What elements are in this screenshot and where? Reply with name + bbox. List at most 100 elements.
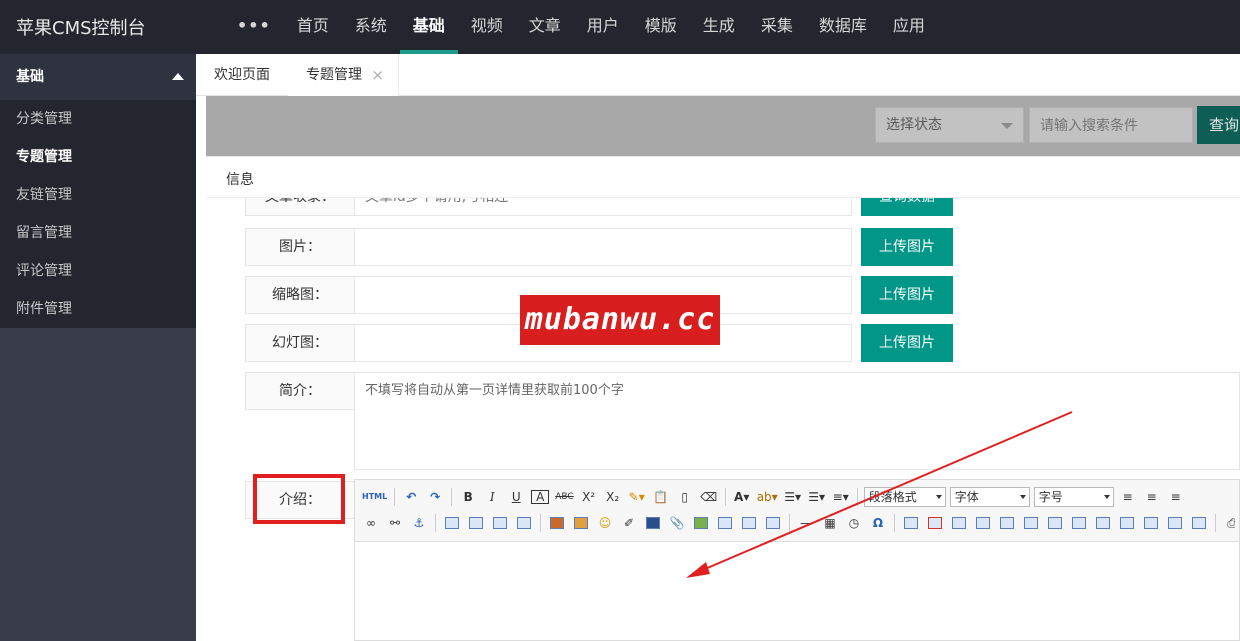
attachment-icon[interactable]: 📎 bbox=[668, 514, 686, 532]
merge-down-icon[interactable] bbox=[1120, 517, 1134, 529]
italic-icon[interactable]: I bbox=[483, 488, 501, 506]
align-left-icon[interactable]: ≡ bbox=[1119, 488, 1137, 506]
sidebar-item-guestbook[interactable]: 留言管理 bbox=[0, 214, 196, 252]
video-icon[interactable] bbox=[646, 517, 660, 529]
horizontal-rule-icon[interactable]: — bbox=[797, 514, 815, 532]
slide-label: 幻灯图： bbox=[245, 324, 355, 362]
upload-thumb-button[interactable]: 上传图片 bbox=[861, 276, 953, 314]
anchor-icon[interactable]: ⚓ bbox=[410, 514, 428, 532]
toolbar-separator bbox=[451, 488, 453, 506]
tab-bar: 欢迎页面 专题管理 × bbox=[196, 54, 1240, 96]
tab-welcome[interactable]: 欢迎页面 bbox=[196, 54, 289, 96]
bold-icon[interactable]: B bbox=[459, 488, 477, 506]
align-center-icon[interactable]: ≡ bbox=[1143, 488, 1161, 506]
nav-item-database[interactable]: 数据库 bbox=[806, 0, 880, 54]
html-source-icon[interactable]: HTML bbox=[362, 488, 387, 506]
multi-image-icon[interactable] bbox=[574, 517, 588, 529]
image-center-icon[interactable] bbox=[517, 517, 531, 529]
delete-row-icon[interactable] bbox=[1000, 517, 1014, 529]
nav-item-generate[interactable]: 生成 bbox=[690, 0, 748, 54]
special-char-icon[interactable]: Ω bbox=[869, 514, 887, 532]
sidebar-item-links[interactable]: 友链管理 bbox=[0, 176, 196, 214]
upload-image-button[interactable]: 上传图片 bbox=[861, 228, 953, 266]
emoji-icon[interactable]: ☺ bbox=[596, 514, 614, 532]
align-right-icon[interactable]: ≡ bbox=[1167, 488, 1185, 506]
tab-topic-manage[interactable]: 专题管理 × bbox=[288, 54, 399, 96]
subscript-icon[interactable]: X₂ bbox=[604, 488, 622, 506]
sidebar-group-header[interactable]: 基础 bbox=[0, 54, 196, 100]
superscript-icon[interactable]: X² bbox=[580, 488, 598, 506]
toolbar-separator bbox=[724, 488, 726, 506]
unordered-list-icon[interactable]: ☰▾ bbox=[808, 488, 826, 506]
merge-right-icon[interactable] bbox=[1096, 517, 1110, 529]
editor-body[interactable] bbox=[355, 542, 1239, 640]
redo-icon[interactable]: ↷ bbox=[426, 488, 444, 506]
unlink-icon[interactable]: ⚯ bbox=[386, 514, 404, 532]
insert-row-icon[interactable] bbox=[976, 517, 990, 529]
date-icon[interactable]: ▦ bbox=[821, 514, 839, 532]
search-input[interactable] bbox=[1029, 107, 1193, 143]
clear-doc-icon[interactable]: ▯ bbox=[676, 488, 694, 506]
status-select[interactable]: 选择状态 bbox=[875, 107, 1024, 143]
insert-col-icon[interactable] bbox=[1024, 517, 1038, 529]
scrawl-icon[interactable]: ✐ bbox=[620, 514, 638, 532]
summary-textarea[interactable]: 不填写将自动从第一页详情里获取前100个字 bbox=[354, 372, 1240, 470]
nav-item-video[interactable]: 视频 bbox=[458, 0, 516, 54]
time-icon[interactable]: ◷ bbox=[845, 514, 863, 532]
merge-cells-icon[interactable] bbox=[1072, 517, 1086, 529]
close-icon[interactable]: × bbox=[371, 54, 384, 96]
upload-slide-button[interactable]: 上传图片 bbox=[861, 324, 953, 362]
font-family-select[interactable]: 字体 bbox=[949, 487, 1030, 507]
paste-icon[interactable]: 📋 bbox=[652, 488, 670, 506]
nav-item-apps[interactable]: 应用 bbox=[880, 0, 938, 54]
query-button[interactable]: 查询 bbox=[1197, 106, 1240, 144]
image-none-icon[interactable] bbox=[445, 517, 459, 529]
undo-icon[interactable]: ↶ bbox=[402, 488, 420, 506]
nav-item-collect[interactable]: 采集 bbox=[748, 0, 806, 54]
sidebar-item-attachments[interactable]: 附件管理 bbox=[0, 290, 196, 328]
font-border-icon[interactable]: A bbox=[531, 490, 550, 504]
ordered-list-icon[interactable]: ☰▾ bbox=[784, 488, 802, 506]
link-icon[interactable]: ∞ bbox=[362, 514, 380, 532]
insert-table-icon[interactable] bbox=[904, 517, 918, 529]
split-cells-icon[interactable] bbox=[1144, 517, 1158, 529]
eraser-icon[interactable]: ⌫ bbox=[700, 488, 718, 506]
underline-icon[interactable]: U bbox=[507, 488, 525, 506]
background-color-icon[interactable]: ab▾ bbox=[757, 488, 778, 506]
nav-item-template[interactable]: 模版 bbox=[632, 0, 690, 54]
image-left-icon[interactable] bbox=[469, 517, 483, 529]
split-cols-icon[interactable] bbox=[1192, 517, 1206, 529]
nav-more-button[interactable]: ••• bbox=[224, 0, 284, 54]
delete-table-icon[interactable] bbox=[928, 517, 942, 529]
delete-col-icon[interactable] bbox=[1048, 517, 1062, 529]
insert-caption-icon[interactable] bbox=[952, 517, 966, 529]
insert-frame-icon[interactable] bbox=[718, 517, 732, 529]
print-icon[interactable]: ⎙ bbox=[1223, 514, 1235, 532]
query-data-button[interactable]: 查询数据 bbox=[861, 198, 953, 216]
line-height-icon[interactable]: ≡▾ bbox=[832, 488, 850, 506]
format-match-icon[interactable]: ✎▾ bbox=[628, 488, 646, 506]
sidebar-item-category[interactable]: 分类管理 bbox=[0, 100, 196, 138]
code-icon[interactable] bbox=[742, 517, 756, 529]
image-right-icon[interactable] bbox=[493, 517, 507, 529]
chevron-down-icon bbox=[1103, 495, 1110, 499]
split-rows-icon[interactable] bbox=[1168, 517, 1182, 529]
nav-item-system[interactable]: 系统 bbox=[342, 0, 400, 54]
font-size-select[interactable]: 字号 bbox=[1033, 487, 1114, 507]
insert-image-icon[interactable] bbox=[550, 517, 564, 529]
image-label: 图片： bbox=[245, 228, 355, 266]
sidebar-item-comments[interactable]: 评论管理 bbox=[0, 252, 196, 290]
map-icon[interactable] bbox=[694, 517, 708, 529]
nav-item-basic[interactable]: 基础 bbox=[399, 0, 458, 54]
nav-item-user[interactable]: 用户 bbox=[574, 0, 632, 54]
font-size-value: 字号 bbox=[1038, 490, 1063, 504]
nav-item-article[interactable]: 文章 bbox=[516, 0, 574, 54]
sidebar-item-topic[interactable]: 专题管理 bbox=[0, 138, 196, 176]
font-color-icon[interactable]: A▾ bbox=[733, 488, 751, 506]
template-icon[interactable] bbox=[766, 517, 780, 529]
article-ids-input[interactable]: 文章id多个请用,号相连 bbox=[354, 198, 852, 216]
image-input[interactable] bbox=[354, 228, 852, 266]
nav-item-home[interactable]: 首页 bbox=[284, 0, 342, 54]
paragraph-format-select[interactable]: 段落格式 bbox=[863, 487, 946, 507]
strikethrough-icon[interactable]: ABC bbox=[555, 488, 573, 506]
